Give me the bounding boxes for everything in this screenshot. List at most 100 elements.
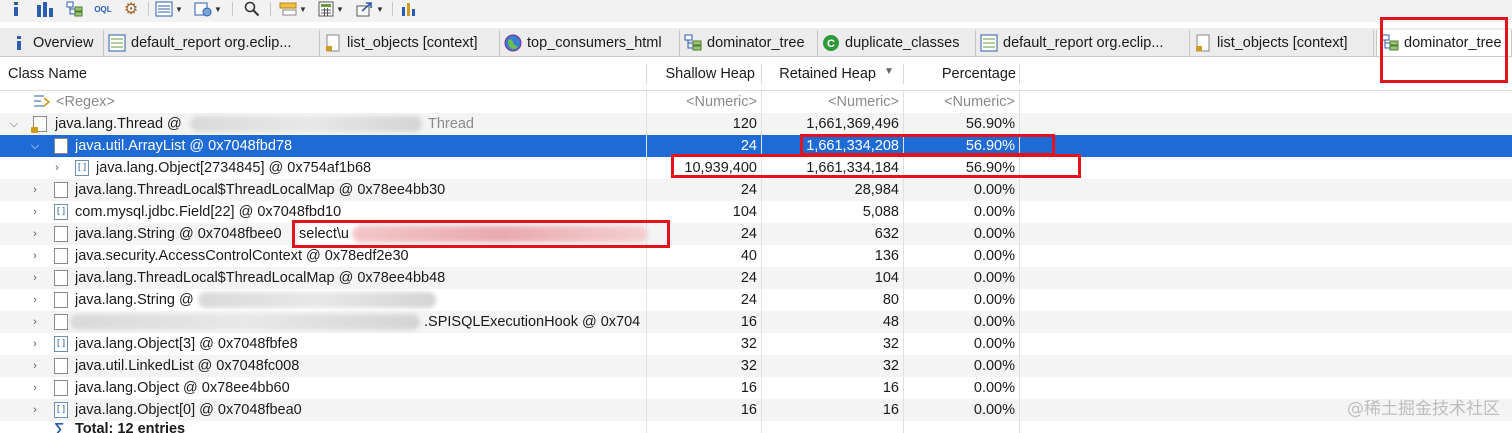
percentage-value: 0.00% [973, 402, 1015, 418]
column-label: Shallow Heap [665, 66, 755, 82]
table-row[interactable]: › [] java.lang.Object[3] @ 0x7048fbfe8 3… [0, 333, 1512, 355]
row-label-tail: select\u [299, 223, 359, 245]
table-row[interactable]: › java.security.AccessControlContext @ 0… [0, 245, 1512, 267]
retained-heap-value: 28,984 [854, 182, 899, 198]
retained-heap-value: 632 [874, 226, 899, 242]
tab-dominator-tree-active[interactable]: dominator_tree [1376, 30, 1512, 56]
tab-duplicate-classes[interactable]: C duplicate_classes [818, 30, 976, 56]
table-row[interactable]: › java.lang.ThreadLocal$ThreadLocalMap @… [0, 179, 1512, 201]
tab-label: default_report org.eclip... [131, 35, 292, 51]
table-row[interactable]: › .SPISQLExecutionHook @ 0x704 16 48 0.0… [0, 311, 1512, 333]
globe-icon [504, 34, 522, 52]
tab-default-report[interactable]: default_report org.eclip... [104, 30, 320, 56]
group-by-icon[interactable]: ▼ [276, 0, 310, 18]
tab-label: top_consumers_html [527, 35, 662, 51]
sort-descending-icon: ▼ [884, 66, 894, 77]
shallow-heap-value: 24 [740, 138, 757, 154]
chevron-right-icon[interactable]: › [28, 377, 42, 399]
regex-filter-icon [32, 91, 56, 113]
percentage-value: 0.00% [973, 358, 1015, 374]
chevron-down-icon[interactable]: ⌵ [7, 113, 21, 135]
tab-dominator-tree[interactable]: dominator_tree [680, 30, 818, 56]
shallow-heap-filter-input[interactable]: <Numeric> [647, 91, 761, 113]
svg-text:C: C [827, 38, 835, 50]
percentage-value: 0.00% [973, 314, 1015, 330]
calculator-icon[interactable]: ▼ [314, 0, 348, 18]
tab-default-report-2[interactable]: default_report org.eclip... [976, 30, 1190, 56]
table-row[interactable]: › [] com.mysql.jdbc.Field[22] @ 0x7048fb… [0, 201, 1512, 223]
filter-row: <Regex> <Numeric> <Numeric> <Numeric> [0, 91, 1512, 113]
chevron-right-icon[interactable]: › [28, 267, 42, 289]
retained-heap-value: 104 [874, 270, 899, 286]
dominator-tree-icon [684, 34, 702, 52]
table-row[interactable]: › java.lang.String @ 24 80 0.00% [0, 289, 1512, 311]
tab-label: dominator_tree [707, 35, 805, 51]
retained-heap-value: 136 [874, 248, 899, 264]
histogram-icon[interactable] [34, 0, 56, 18]
percentage-value: 0.00% [973, 182, 1015, 198]
oql-icon[interactable]: OQL [92, 0, 114, 18]
chevron-right-icon[interactable]: › [28, 333, 42, 355]
column-retained-heap[interactable]: Retained Heap [762, 58, 902, 90]
tab-list-objects-2[interactable]: list_objects [context] [1190, 30, 1374, 56]
table-row[interactable]: › java.util.LinkedList @ 0x7048fc008 32 … [0, 355, 1512, 377]
column-label: Class Name [8, 66, 87, 82]
table-row-selected[interactable]: ⌵ java.util.ArrayList @ 0x7048fbd78 24 1… [0, 135, 1512, 157]
chevron-right-icon[interactable]: › [28, 399, 42, 421]
tab-overview[interactable]: Overview [6, 30, 104, 56]
table-row[interactable]: › java.lang.ThreadLocal$ThreadLocalMap @… [0, 267, 1512, 289]
editor-tab-bar: Overview default_report org.eclip... lis… [0, 28, 1512, 57]
shallow-heap-value: 10,939,400 [684, 160, 757, 176]
search-icon[interactable] [240, 0, 264, 18]
class-name-filter-input[interactable]: <Regex> [56, 91, 636, 113]
class-tree-icon[interactable] [64, 0, 86, 18]
retained-heap-value: 80 [882, 292, 899, 308]
report-icon [980, 34, 998, 52]
percentage-filter-input[interactable]: <Numeric> [904, 91, 1019, 113]
table-row[interactable]: › [] java.lang.Object[2734845] @ 0x754af… [0, 157, 1512, 179]
row-label-tail: Thread [428, 116, 474, 132]
object-icon [54, 314, 68, 330]
shallow-heap-value: 24 [740, 226, 757, 242]
column-percentage[interactable]: Percentage [904, 58, 1018, 90]
export-icon[interactable]: ▼ [352, 0, 388, 18]
retained-heap-value: 32 [882, 358, 899, 374]
tab-top-consumers-html[interactable]: top_consumers_html [500, 30, 680, 56]
chevron-right-icon[interactable]: › [28, 355, 42, 377]
retained-heap-filter-input[interactable]: <Numeric> [762, 91, 903, 113]
row-label: java.lang.String @ 0x7048fbee0 [75, 226, 282, 242]
tab-list-objects[interactable]: list_objects [context] [320, 30, 500, 56]
row-label: java.security.AccessControlContext @ 0x7… [75, 248, 409, 264]
chevron-right-icon[interactable]: › [28, 201, 42, 223]
column-class-name[interactable]: Class Name [8, 58, 638, 90]
total-row: ∑ Total: 12 entries [0, 421, 1512, 433]
chevron-right-icon[interactable]: › [28, 223, 42, 245]
shallow-heap-value: 24 [740, 182, 757, 198]
info-icon[interactable] [6, 0, 26, 18]
table-row[interactable]: › java.lang.String @ 0x7048fbee0 select\… [0, 223, 1512, 245]
array-icon: [] [54, 336, 68, 352]
row-label: java.lang.Object[0] @ 0x7048fbea0 [75, 402, 302, 418]
row-label: java.util.ArrayList @ 0x7048fbd78 [75, 138, 293, 154]
table-row[interactable]: › java.lang.Object @ 0x78ee4bb60 16 16 0… [0, 377, 1512, 399]
pie-chart-icon[interactable] [398, 0, 420, 18]
table-row[interactable]: ⌵ java.lang.Thread @ Thread 120 1,661,36… [0, 113, 1512, 135]
redacted-text [198, 292, 436, 308]
table-row[interactable]: › [] java.lang.Object[0] @ 0x7048fbea0 1… [0, 399, 1512, 421]
chevron-right-icon[interactable]: › [28, 289, 42, 311]
column-label: Retained Heap [779, 66, 876, 82]
chevron-right-icon[interactable]: › [28, 179, 42, 201]
shallow-heap-value: 16 [740, 380, 757, 396]
shallow-heap-value: 24 [740, 270, 757, 286]
chevron-right-icon[interactable]: › [28, 245, 42, 267]
tab-label: list_objects [context] [347, 35, 478, 51]
shallow-heap-value: 32 [740, 358, 757, 374]
chevron-right-icon[interactable]: › [28, 311, 42, 333]
chevron-down-icon[interactable]: ⌵ [28, 135, 42, 157]
shallow-heap-value: 24 [740, 292, 757, 308]
run-report-icon[interactable]: ▼ [190, 0, 226, 18]
column-shallow-heap[interactable]: Shallow Heap [647, 58, 759, 90]
query-browser-icon[interactable]: ▼ [154, 0, 184, 18]
gears-icon[interactable]: ⚙ [120, 0, 142, 18]
chevron-right-icon[interactable]: › [50, 157, 64, 179]
